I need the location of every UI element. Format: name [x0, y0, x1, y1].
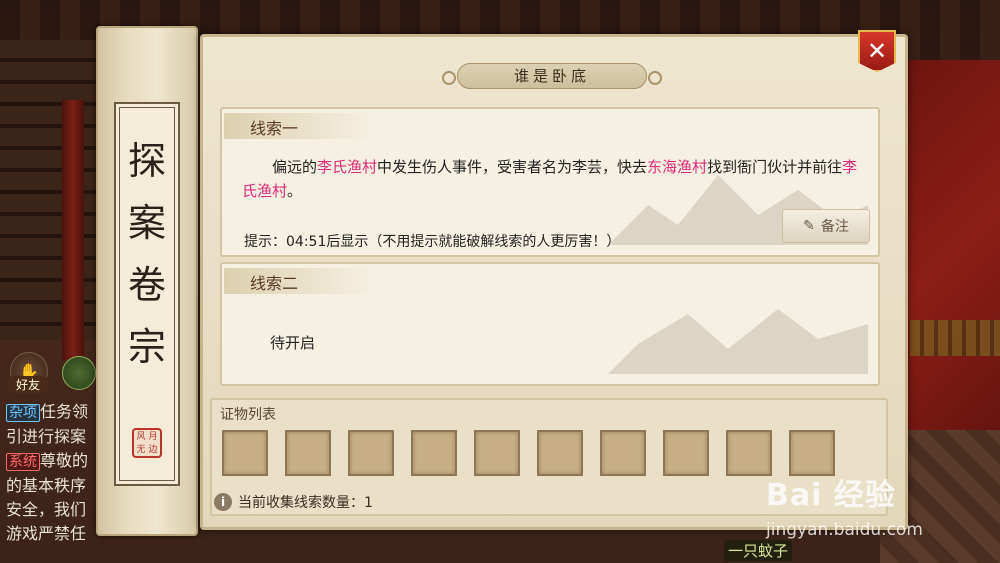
chat-line: 的基本秩序: [6, 474, 106, 498]
seal-char: 月: [148, 431, 158, 442]
red-seal-stamp: 风月无边: [132, 428, 162, 458]
evidence-slot[interactable]: [222, 430, 268, 476]
seal-char: 边: [148, 444, 158, 455]
clue-status: 待开启: [270, 334, 316, 352]
clue-header-label: 线索二: [250, 274, 299, 293]
seal-char: 无: [136, 444, 146, 455]
scroll-title-char: 案: [127, 201, 166, 245]
chat-tag: 系统: [6, 453, 40, 471]
clue-header-2: 线索二: [224, 268, 374, 294]
chat-text: 游戏严禁任: [6, 524, 87, 543]
clue-text-segment: 偏远的: [272, 158, 318, 176]
location-link-donghaiyucun[interactable]: 东海渔村: [647, 158, 707, 176]
chat-text: 尊敬的: [40, 451, 89, 470]
info-icon: i: [214, 493, 232, 511]
chat-line: 杂项 任务领: [6, 400, 106, 425]
chat-text: 的基本秩序: [6, 476, 87, 495]
watermark-url: jingyan.baidu.com: [766, 520, 923, 540]
clue-card-2: 线索二 待开启: [220, 262, 880, 386]
evidence-slot[interactable]: [537, 430, 583, 476]
clue-count-row: i 当前收集线索数量：1: [214, 492, 373, 512]
evidence-slot[interactable]: [474, 430, 520, 476]
clue-text-segment: 找到衙门伙计并前往: [707, 158, 843, 176]
close-icon: ✕: [866, 37, 888, 65]
scroll-frame: 探 案 卷 宗 风月无边: [114, 102, 180, 486]
chat-bubble-icon[interactable]: [62, 356, 96, 390]
mountain-decoration: [608, 309, 868, 374]
chat-line: 安全，我们: [6, 498, 106, 522]
chat-line: 引进行探案: [6, 425, 106, 449]
evidence-title: 证物列表: [220, 407, 276, 423]
bookshelf-decoration: [0, 40, 110, 340]
clue-text-segment: 中发生伤人事件，受害者名为李芸，快去: [377, 158, 648, 176]
dialog-title: 谁是卧底: [442, 63, 662, 89]
evidence-slot[interactable]: [411, 430, 457, 476]
evidence-slot[interactable]: [600, 430, 646, 476]
case-scroll: 探 案 卷 宗 风月无边: [96, 26, 198, 536]
baidu-watermark: Bai 经验 jingyan.baidu.com: [766, 470, 966, 550]
scroll-title-char: 探: [127, 139, 166, 183]
clue-header-label: 线索一: [250, 119, 299, 138]
evidence-slot[interactable]: [348, 430, 394, 476]
location-link-liyucun[interactable]: 李氏渔村: [317, 158, 377, 176]
chat-line: 系统 尊敬的: [6, 449, 106, 474]
clue-count-label: 当前收集线索数量：1: [238, 495, 373, 511]
friend-label[interactable]: 好友: [8, 376, 48, 393]
chat-tag: 杂项: [6, 404, 40, 422]
hint-text: 提示：04:51后显示（不用提示就能破解线索的人更厉害！）: [244, 234, 621, 250]
scroll-title-char: 宗: [127, 325, 166, 369]
chat-text: 引进行探案: [6, 427, 87, 446]
scroll-title-char: 卷: [127, 263, 166, 307]
chat-text: 任务领: [40, 402, 89, 421]
clue-description: 偏远的李氏渔村中发生伤人事件，受害者名为李芸，快去东海渔村找到衙门伙计并前往李氏…: [242, 155, 862, 203]
chat-log[interactable]: 杂项 任务领 引进行探案 系统 尊敬的 的基本秩序 安全，我们 游戏严禁任: [6, 400, 106, 546]
pillar-decoration: [62, 100, 84, 360]
evidence-slot[interactable]: [285, 430, 331, 476]
clue-card-1: 线索一 偏远的李氏渔村中发生伤人事件，受害者名为李芸，快去东海渔村找到衙门伙计并…: [220, 107, 880, 257]
note-button-label: 备注: [820, 219, 849, 235]
clue-text-segment: 。: [287, 182, 303, 200]
chat-text: 安全，我们: [6, 500, 87, 519]
watermark-logo: Bai 经验: [766, 478, 896, 513]
evidence-slots: [222, 430, 835, 476]
scroll-title: 探 案 卷 宗: [116, 130, 178, 378]
note-button[interactable]: ✎ 备注: [782, 209, 870, 243]
pencil-icon: ✎: [803, 218, 815, 234]
chat-line: 游戏严禁任: [6, 522, 106, 546]
railing-decoration: [910, 320, 1000, 356]
evidence-slot[interactable]: [663, 430, 709, 476]
seal-char: 风: [136, 431, 146, 442]
clue-header-1: 线索一: [224, 113, 374, 139]
